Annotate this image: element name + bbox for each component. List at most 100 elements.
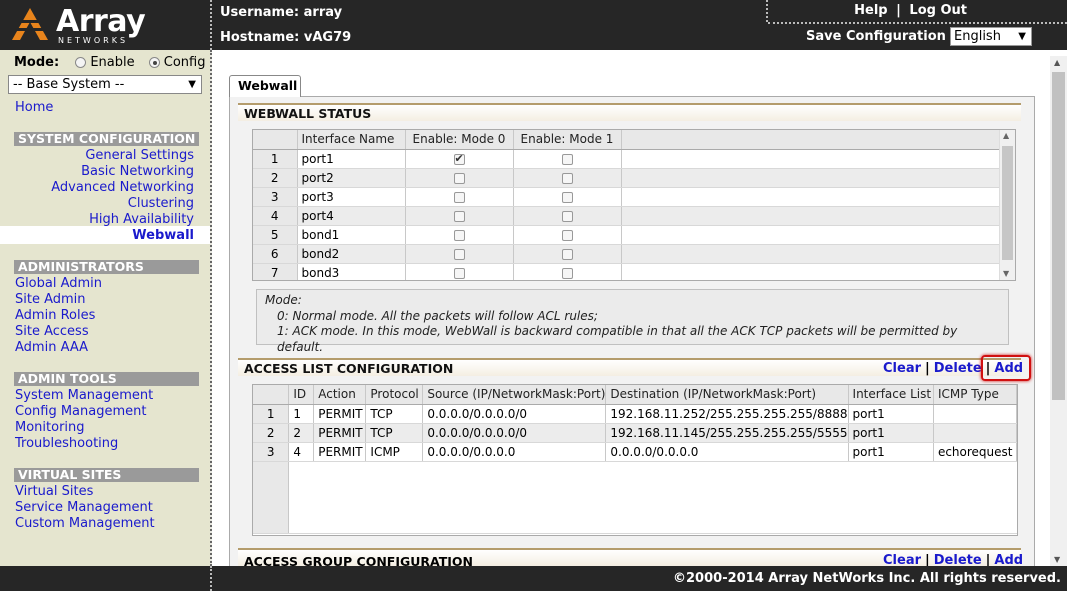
col-interface-name[interactable]: Interface Name [297,130,406,150]
section-virtual-sites: VIRTUAL SITES [14,468,199,482]
mode1-checkbox[interactable] [561,210,573,222]
sidebar-item-high-availability[interactable]: High Availability [89,212,194,227]
page-scroll-thumb[interactable] [1052,72,1065,400]
acl-grid: ID Action Protocol Source (IP/NetworkMas… [252,384,1018,536]
sidebar-item-admin-aaa[interactable]: Admin AAA [15,340,88,355]
sidebar-item-monitoring[interactable]: Monitoring [15,420,85,435]
hostname-label: Hostname: vAG79 [220,30,352,45]
col-protocol[interactable]: Protocol [365,385,424,405]
language-select[interactable]: English ▼ [950,27,1032,46]
mode-label: Mode: [14,55,60,70]
group-clear-link[interactable]: Clear [883,553,921,566]
acl-delete-link[interactable]: Delete [934,361,982,376]
sidebar-item-home[interactable]: Home [15,100,53,115]
col-mode0[interactable]: Enable: Mode 0 [405,130,514,150]
mode1-checkbox[interactable] [561,248,573,260]
group-delete-link[interactable]: Delete [934,553,982,566]
col-id[interactable]: ID [288,385,315,405]
col-icmp-type[interactable]: ICMP Type [933,385,1017,405]
table-row[interactable]: 1 1 PERMIT TCP 0.0.0.0/0.0.0.0/0 192.168… [253,404,1017,424]
save-configuration-row: Save Configuration | [806,29,960,44]
chevron-down-icon: ▼ [188,79,196,90]
table-row[interactable]: 3 4 PERMIT ICMP 0.0.0.0/0.0.0.0 0.0.0.0/… [253,442,1017,462]
col-action[interactable]: Action [313,385,367,405]
col-destination[interactable]: Destination (IP/NetworkMask:Port) [605,385,849,405]
brand-sub: NETWORKS [58,36,129,45]
footer: ©2000-2014 Array NetWorks Inc. All right… [0,566,1067,591]
scroll-down-icon[interactable]: ▼ [1054,555,1060,564]
table-row[interactable]: 2 port2 [253,168,1002,188]
sidebar-item-webwall[interactable]: Webwall [132,228,194,243]
sidebar-item-custom-management[interactable]: Custom Management [15,516,155,531]
sidebar-item-admin-roles[interactable]: Admin Roles [15,308,95,323]
logout-link[interactable]: Log Out [909,3,967,18]
col-interface-list[interactable]: Interface List [848,385,934,405]
table-row[interactable]: 5 bond1 [253,225,1002,245]
brand-name: Array [56,4,146,39]
help-link[interactable]: Help [854,3,887,18]
sidebar-item-clustering[interactable]: Clustering [128,196,194,211]
scroll-up-icon[interactable]: ▲ [1054,58,1060,67]
mode0-checkbox[interactable] [453,248,465,260]
sidebar-item-config-management[interactable]: Config Management [15,404,146,419]
sidebar-item-site-admin[interactable]: Site Admin [15,292,86,307]
mode0-checkbox[interactable] [453,210,465,222]
scroll-down-icon[interactable]: ▼ [1003,269,1009,278]
section-system-configuration: SYSTEM CONFIGURATION [14,132,199,146]
group-section-clip: ACCESS GROUP CONFIGURATION Clear | Delete |… [229,548,1035,566]
table-row[interactable]: 4 port4 [253,206,1002,226]
section-administrators: ADMINISTRATORS [14,260,199,274]
tab-webwall[interactable]: Webwall [229,75,301,97]
mode1-checkbox[interactable] [561,191,573,203]
mode1-checkbox[interactable] [561,267,573,279]
row-number-header [253,130,298,150]
table-row[interactable]: 6 bond2 [253,244,1002,264]
status-scrollbar[interactable]: ▲ ▼ [999,130,1015,280]
sidebar-item-global-admin[interactable]: Global Admin [15,276,102,291]
username-label: Username: array [220,5,343,20]
table-row[interactable]: 3 port3 [253,187,1002,207]
sidebar: Mode: Enable Config -- Base System -- ▼ … [0,50,210,566]
mode1-checkbox[interactable] [561,172,573,184]
sidebar-item-virtual-sites[interactable]: Virtual Sites [15,484,93,499]
sidebar-item-site-access[interactable]: Site Access [15,324,89,339]
webwall-status-grid: Interface Name Enable: Mode 0 Enable: Mo… [252,129,1016,281]
sidebar-item-troubleshooting[interactable]: Troubleshooting [15,436,118,451]
top-bar: Array NETWORKS Username: array Hostname:… [0,0,1067,50]
mode0-checkbox[interactable] [453,229,465,241]
mode-enable-radio[interactable] [75,57,87,68]
mode-enable-label: Enable [90,55,135,70]
mode0-checkbox[interactable] [453,267,465,279]
table-row[interactable]: 7 bond3 [253,263,1002,280]
mode-config-radio[interactable] [148,57,160,68]
sidebar-item-system-management[interactable]: System Management [15,388,153,403]
sidebar-item-basic-networking[interactable]: Basic Networking [81,164,194,179]
copyright-text: ©2000-2014 Array NetWorks Inc. All right… [673,571,1061,586]
webwall-status-title: WEBWALL STATUS [238,103,1021,121]
col-source[interactable]: Source (IP/NetworkMask:Port) [422,385,607,405]
mode0-checkbox[interactable] [453,152,465,165]
group-actions: Clear | Delete | Add [883,553,1024,566]
table-row[interactable]: 1 port1 [253,149,1002,169]
system-select-value: -- Base System -- [13,77,125,92]
mode0-checkbox[interactable] [453,172,465,184]
array-logo: Array NETWORKS [6,4,210,46]
add-highlight-box [981,355,1031,381]
mode-note: Mode: 0: Normal mode. All the packets wi… [256,289,1009,354]
scroll-up-icon[interactable]: ▲ [1003,131,1009,140]
acl-clear-link[interactable]: Clear [883,361,921,376]
mode0-checkbox[interactable] [453,191,465,203]
table-row[interactable]: 2 2 PERMIT TCP 0.0.0.0/0.0.0.0/0 192.168… [253,423,1017,443]
group-add-link[interactable]: Add [994,553,1023,566]
sidebar-item-advanced-networking[interactable]: Advanced Networking [51,180,194,195]
chevron-down-icon: ▼ [1018,31,1026,42]
save-configuration-link[interactable]: Save Configuration [806,29,946,44]
system-select[interactable]: -- Base System -- ▼ [8,75,202,94]
top-links: Help | Log Out [854,3,967,18]
sidebar-item-general-settings[interactable]: General Settings [85,148,194,163]
col-mode1[interactable]: Enable: Mode 1 [513,130,622,150]
mode-row: Mode: Enable Config [14,55,205,70]
mode1-checkbox[interactable] [561,153,573,165]
mode1-checkbox[interactable] [561,229,573,241]
sidebar-item-service-management[interactable]: Service Management [15,500,153,515]
